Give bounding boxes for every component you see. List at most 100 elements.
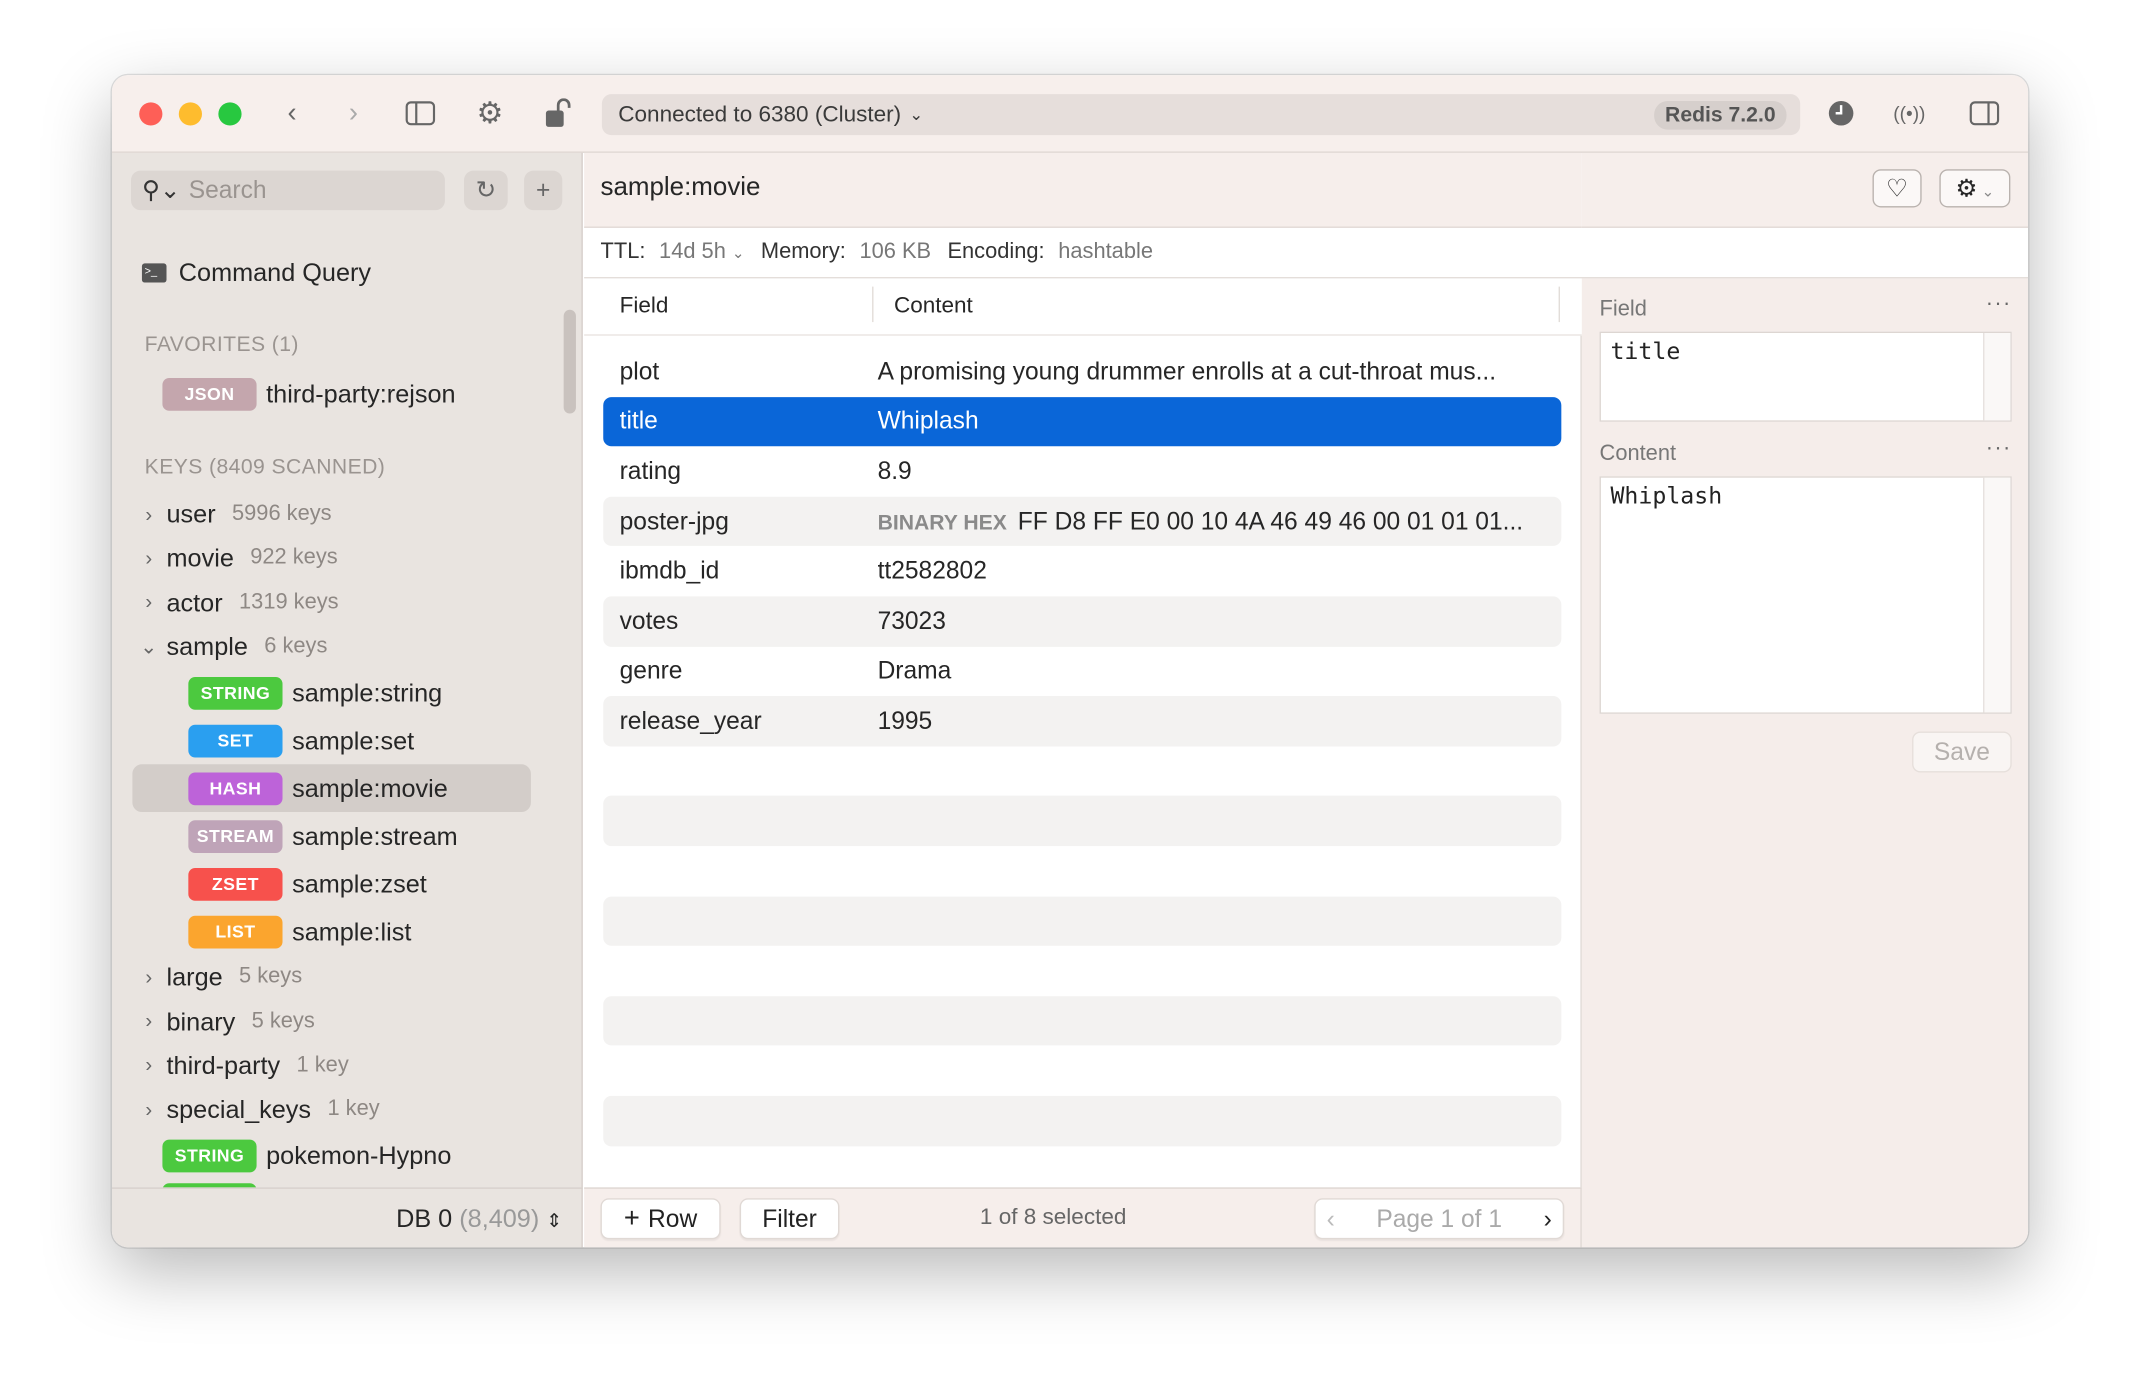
updown-chevron-icon: ⇕ (546, 1209, 563, 1232)
content-cell: 8.9 (878, 457, 1541, 486)
broadcast-icon[interactable]: ((•)) (1890, 94, 1928, 132)
unlock-icon[interactable] (539, 94, 577, 132)
column-header-content[interactable]: Content (894, 293, 973, 319)
sidebar: ⚲⌄ Search ↻ + >_ Command Query FAVORITES… (111, 152, 583, 1198)
key-name: sample:set (292, 725, 415, 755)
connection-selector[interactable]: Connected to 6380 (Cluster) ⌄ Redis 7.2.… (601, 94, 1801, 136)
chevron-right-icon: › (145, 547, 153, 571)
command-query-item[interactable]: >_ Command Query (141, 251, 371, 295)
refresh-icon: ↻ (475, 176, 497, 204)
next-page-icon[interactable]: › (1544, 1204, 1552, 1233)
content-more-icon[interactable]: ··· (1986, 437, 2012, 462)
key-group[interactable]: › third-party 1 key (112, 1044, 562, 1088)
table-row[interactable]: genre Drama (603, 646, 1561, 696)
content-cell: tt2582802 (878, 557, 1541, 586)
type-badge: SET (188, 724, 283, 758)
filter-button[interactable]: Filter (739, 1198, 840, 1240)
table-row[interactable]: ibmdb_id tt2582802 (603, 546, 1561, 596)
connection-label: Connected to 6380 (Cluster) (618, 101, 902, 127)
settings-gear-icon[interactable]: ⚙ (471, 94, 509, 132)
content-text: A promising young drummer enrolls at a c… (877, 357, 1497, 385)
empty-row (603, 796, 1562, 847)
key-group[interactable]: › movie 922 keys (112, 537, 562, 581)
type-badge: ZSET (188, 867, 283, 901)
favorite-heart-button[interactable]: ♡ (1872, 169, 1922, 208)
key-header-actions: ♡ ⚙ ⌄ (1581, 152, 2029, 228)
key-item[interactable]: STRING pokemon-Hypno (112, 1132, 562, 1180)
content-cell: 73023 (878, 607, 1541, 636)
close-window-button[interactable] (139, 102, 163, 126)
key-item[interactable]: LIST sample:list (112, 908, 562, 956)
back-icon[interactable]: ‹ (273, 94, 311, 132)
key-group[interactable]: › large 5 keys (112, 956, 562, 1000)
db-count: (8,409) (459, 1203, 540, 1233)
key-group[interactable]: › special_keys 1 key (112, 1088, 562, 1132)
refresh-button[interactable]: ↻ (464, 170, 508, 211)
key-name: sample:zset (292, 868, 427, 898)
type-badge: JSON (162, 378, 257, 411)
content-text: Drama (877, 657, 952, 685)
column-divider[interactable] (872, 286, 874, 323)
key-actions-menu-button[interactable]: ⚙ ⌄ (1939, 169, 2011, 208)
database-selector[interactable]: DB 0 (8,409) ⇕ (111, 1187, 583, 1248)
key-header: sample:movie (584, 152, 1582, 228)
content-textarea[interactable]: Whiplash (1599, 476, 2012, 714)
field-more-icon[interactable]: ··· (1986, 292, 2012, 317)
key-item[interactable]: ZSET sample:zset (112, 860, 562, 908)
table-row[interactable]: title Whiplash (603, 396, 1562, 447)
column-divider[interactable] (1558, 286, 1560, 323)
table-header: Field Content (584, 278, 1582, 336)
key-name: sample:string (292, 677, 443, 707)
table-row[interactable]: votes 73023 (603, 596, 1562, 647)
key-group[interactable]: ⌄ sample 6 keys (112, 625, 562, 669)
key-item[interactable]: HASH sample:movie (132, 764, 531, 813)
forward-icon[interactable]: › (334, 94, 372, 132)
key-group[interactable]: › actor 1319 keys (112, 581, 562, 625)
keys-header: KEYS (8409 SCANNED) (144, 455, 386, 480)
add-row-button[interactable]: + Row (600, 1198, 721, 1240)
column-header-field[interactable]: Field (620, 293, 669, 319)
table-row[interactable]: plot A promising young drummer enrolls at… (603, 347, 1561, 397)
group-count: 5996 keys (232, 502, 332, 526)
field-value: title (1610, 338, 1681, 366)
table-row[interactable]: rating 8.9 (603, 447, 1561, 497)
empty-row (603, 1095, 1562, 1146)
key-item[interactable]: STREAM sample:stream (112, 812, 562, 860)
key-name: pokemon-Hypno (266, 1140, 452, 1170)
chevron-down-icon: ⌄ (1977, 184, 1995, 201)
save-button[interactable]: Save (1912, 731, 2012, 773)
key-group[interactable]: › user 5996 keys (112, 493, 562, 537)
add-key-button[interactable]: + (524, 170, 563, 211)
table-row[interactable]: poster-jpg BINARY HEX FF D8 FF E0 00 10 4A… (603, 496, 1562, 547)
content-text: 73023 (877, 607, 946, 635)
search-icon: ⚲⌄ (141, 176, 181, 204)
field-scrollbar[interactable] (1983, 333, 2011, 421)
group-count: 1319 keys (239, 590, 339, 614)
key-item[interactable]: STRING sample:string (112, 669, 562, 717)
field-label: Field (1599, 297, 1647, 321)
minimize-window-button[interactable] (178, 102, 202, 126)
content-label: Content (1599, 442, 1677, 466)
clock-icon[interactable] (1822, 94, 1860, 132)
inspector-toggle-icon[interactable] (1965, 94, 2003, 132)
group-count: 1 key (327, 1097, 380, 1121)
previous-page-icon[interactable]: ‹ (1327, 1204, 1335, 1233)
table-row[interactable]: release_year 1995 (603, 696, 1562, 747)
key-name: sample:stream (292, 821, 458, 850)
sidebar-toggle-icon[interactable] (401, 94, 439, 132)
key-group[interactable]: › binary 5 keys (112, 1000, 562, 1044)
content-scrollbar[interactable] (1983, 477, 2011, 713)
content-text: FF D8 FF E0 00 10 4A 46 49 46 00 01 01 0… (1017, 507, 1524, 535)
search-input[interactable]: ⚲⌄ Search (131, 170, 445, 211)
key-item[interactable]: SET sample:set (112, 717, 562, 765)
add-row-label: Row (648, 1204, 698, 1232)
sidebar-scrollbar[interactable] (563, 309, 576, 414)
search-placeholder: Search (188, 176, 267, 204)
zoom-window-button[interactable] (218, 102, 242, 126)
ttl-selector[interactable]: 14d 5h ⌄ (659, 240, 744, 265)
field-textarea[interactable]: title (1599, 331, 2012, 422)
content-cell: 1995 (878, 707, 1541, 736)
redis-version-badge: Redis 7.2.0 (1654, 100, 1787, 130)
favorite-item[interactable]: JSON third-party:rejson (162, 373, 456, 417)
key-tree: › user 5996 keys › movie 922 keys › actor 1319 k… (112, 493, 562, 1198)
